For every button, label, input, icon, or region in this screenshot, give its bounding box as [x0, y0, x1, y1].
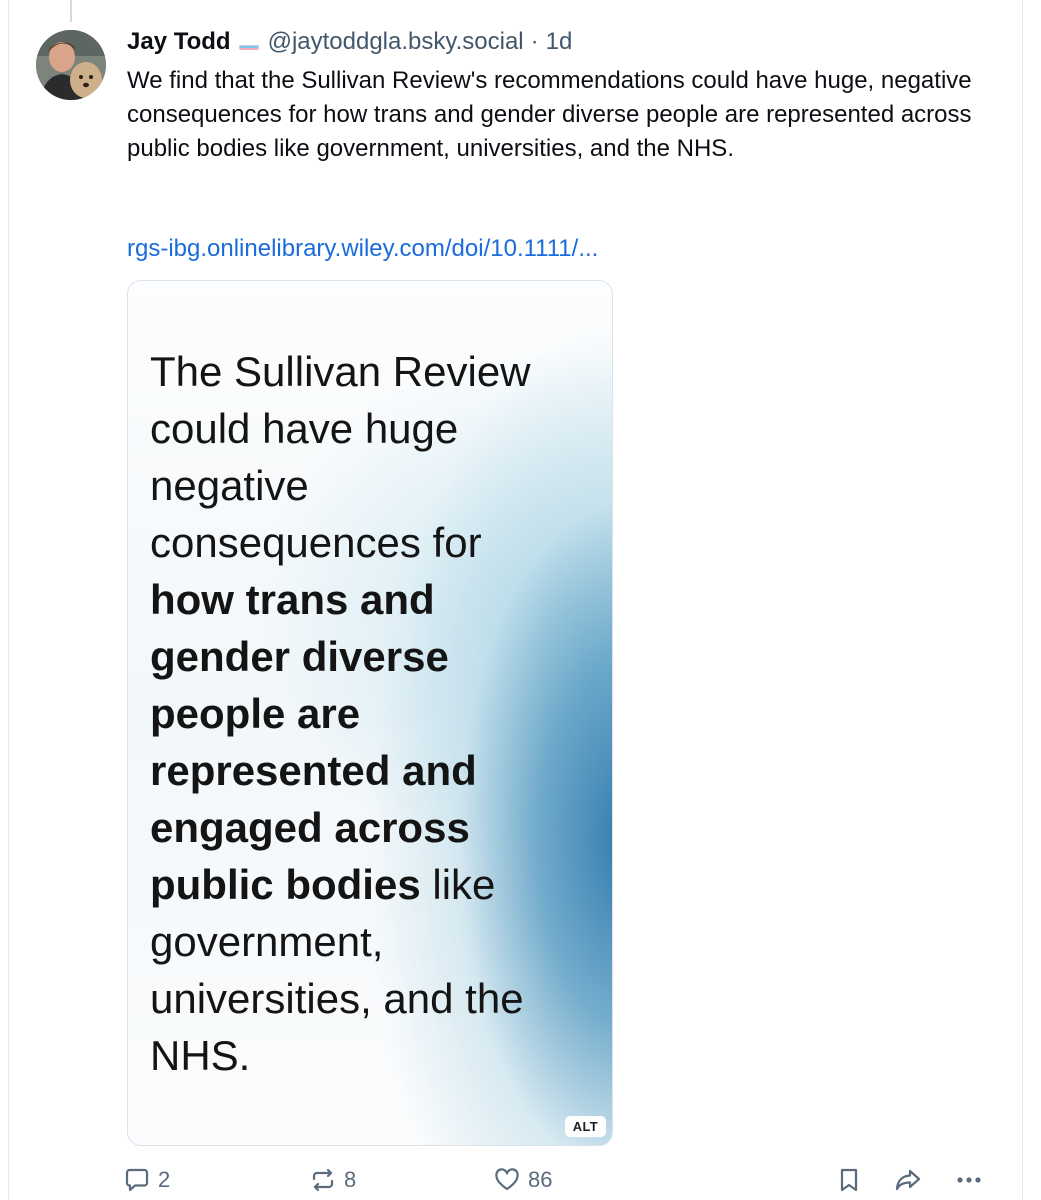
ellipsis-icon [955, 1167, 983, 1193]
post-header: Jay Todd @jaytoddgla.bsky.social · 1d [127, 26, 572, 58]
repost-button[interactable]: 8 [310, 1162, 356, 1198]
image-caption-line: how trans and [150, 571, 590, 628]
post-timestamp[interactable]: 1d [546, 26, 573, 58]
image-caption-line: gender diverse [150, 628, 590, 685]
thread-connector-line [70, 0, 72, 22]
post-actions-bar: 2 8 86 [0, 1162, 1041, 1198]
feed-right-border [1022, 0, 1023, 1200]
image-caption-bold-text: people are [150, 690, 361, 737]
image-caption-regular-text: government, [150, 918, 384, 965]
more-options-button[interactable] [955, 1162, 983, 1198]
image-caption-regular-text: NHS. [150, 1032, 251, 1079]
image-caption-line: represented and [150, 742, 590, 799]
transgender-flag-icon [238, 36, 259, 50]
avatar-photo [36, 30, 106, 100]
image-caption-line: The Sullivan Review [150, 343, 590, 400]
heart-icon [494, 1167, 520, 1193]
image-caption-bold-text: how trans and [150, 576, 435, 623]
reply-button[interactable]: 2 [124, 1162, 170, 1198]
repost-arrows-icon [310, 1167, 336, 1193]
post-link[interactable]: rgs-ibg.onlinelibrary.wiley.com/doi/10.1… [127, 232, 598, 266]
speech-bubble-icon [124, 1167, 150, 1193]
bookmark-button[interactable] [836, 1162, 862, 1198]
alt-text-badge[interactable]: ALT [564, 1116, 606, 1137]
image-caption-bold-text: gender diverse [150, 633, 449, 680]
author-avatar[interactable] [36, 30, 106, 100]
image-caption-line: government, [150, 913, 590, 970]
post-body-text: We find that the Sullivan Review's recom… [127, 67, 972, 162]
post-image[interactable]: The Sullivan Review could have huge negati… [127, 280, 613, 1146]
feed-left-border [8, 0, 9, 1200]
share-arrow-icon [894, 1167, 922, 1193]
author-handle[interactable]: @jaytoddgla.bsky.social [268, 26, 524, 58]
image-caption-regular-text: The Sullivan Review [150, 348, 531, 395]
image-caption-bold-text: public bodies [150, 861, 421, 908]
share-button[interactable] [894, 1162, 922, 1198]
image-caption-line: could have huge [150, 400, 590, 457]
author-name[interactable]: Jay Todd [127, 26, 231, 58]
image-caption-line: negative [150, 457, 590, 514]
reply-count: 2 [158, 1167, 171, 1192]
bookmark-icon [836, 1167, 862, 1193]
image-caption-line: universities, and the [150, 970, 590, 1027]
image-caption-text: The Sullivan Review could have huge negati… [150, 343, 590, 1084]
image-caption-regular-text: could have huge [150, 405, 459, 452]
image-caption-bold-text: engaged across [150, 804, 470, 851]
image-caption-regular-text: universities, and the [150, 975, 524, 1022]
image-caption-regular-text: like [420, 861, 496, 908]
image-caption-regular-text: negative [150, 462, 309, 509]
like-button[interactable]: 86 [494, 1162, 552, 1198]
repost-count: 8 [344, 1167, 357, 1192]
image-caption-bold-text: represented and [150, 747, 477, 794]
image-caption-regular-text: consequences for [150, 519, 482, 566]
like-count: 86 [528, 1167, 553, 1192]
image-caption-line: people are [150, 685, 590, 742]
image-caption-line: engaged across [150, 799, 590, 856]
image-caption-line: consequences for [150, 514, 590, 571]
image-caption-line: NHS. [150, 1027, 590, 1084]
header-separator: · [530, 28, 539, 55]
image-caption-line: public bodies like [150, 856, 590, 913]
